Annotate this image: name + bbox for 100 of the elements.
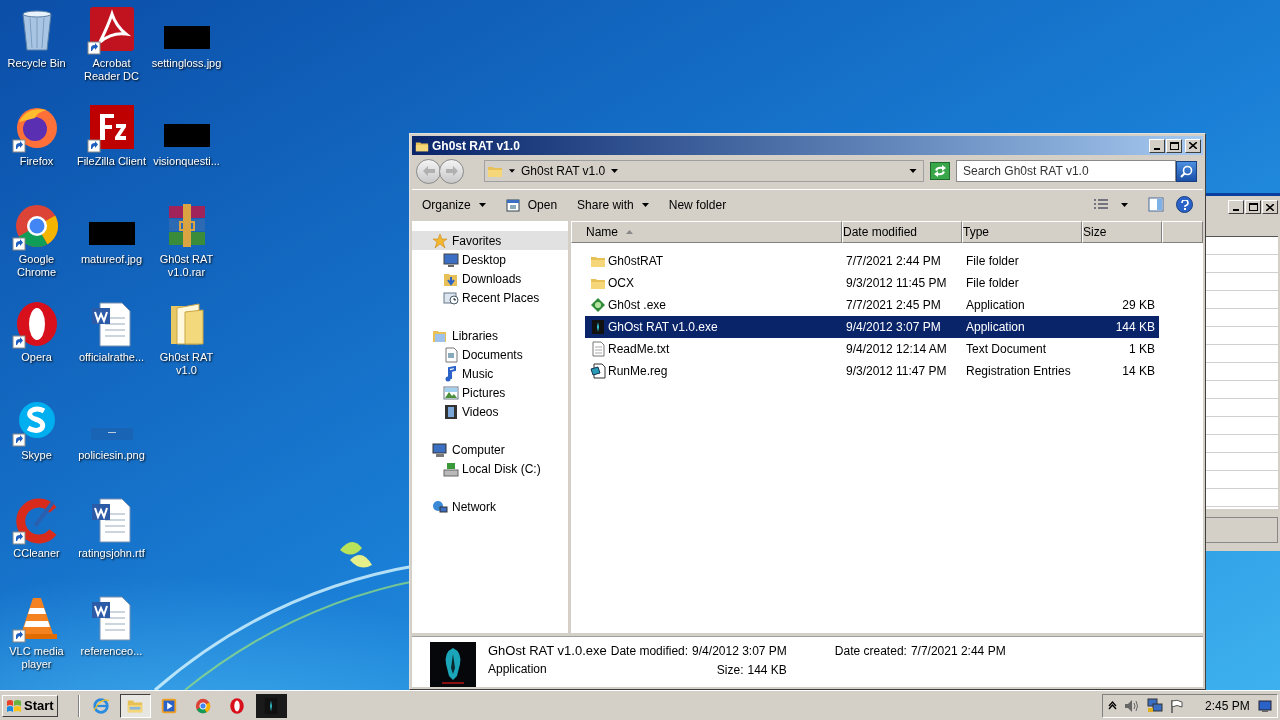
address-bar[interactable]: Gh0st RAT v1.0 (484, 160, 924, 182)
caret-icon (641, 202, 649, 207)
close-button[interactable] (1185, 138, 1201, 153)
details-file-type: Application (488, 662, 548, 677)
monitor-icon (443, 251, 459, 268)
toolbar-button[interactable]: New folder (668, 195, 727, 214)
monitor-icon (1258, 699, 1272, 712)
toolbar-button[interactable]: Organize (422, 195, 486, 214)
file-thumbnail-icon (430, 642, 476, 687)
file-name: ReadMe.txt (608, 341, 670, 358)
minimize-button[interactable] (1149, 138, 1165, 153)
nav-item[interactable]: Favorites (412, 231, 568, 250)
maximize-button[interactable] (1245, 200, 1261, 214)
windows-flag-icon (6, 698, 22, 713)
network-icon (432, 498, 448, 515)
redacted-thumbnail-icon (88, 222, 135, 245)
speaker-icon (1124, 698, 1140, 713)
column-header[interactable]: Name (571, 221, 842, 243)
caret-icon (611, 169, 619, 173)
date-cell-text: 9/3/2012 11:45 PM (846, 275, 947, 292)
play-icon (160, 696, 179, 715)
window-title: Gh0st RAT v1.0 (432, 137, 521, 155)
file-row[interactable]: ReadMe.txt 9/4/2012 12:14 AM Text Document 1 KB (585, 338, 1159, 360)
details-value: 144 KB (747, 663, 787, 678)
show-hidden-icons-button[interactable] (1108, 701, 1117, 710)
column-header[interactable]: Type (962, 221, 1082, 243)
nav-item[interactable]: Documents (412, 345, 568, 364)
toolbar-button[interactable]: Open (505, 195, 558, 214)
preview-pane-button[interactable] (1148, 197, 1164, 212)
redacted-thumbnail-icon (163, 26, 210, 49)
diamond-icon (590, 297, 606, 313)
browser-e-icon (92, 696, 111, 715)
details-label: Size: (716, 663, 744, 678)
date-cell-text: 9/4/2012 3:07 PM (846, 319, 941, 336)
file-name: OCX (608, 275, 634, 292)
network-button[interactable] (1147, 698, 1163, 713)
chrome-icon (194, 696, 213, 715)
app-icon (590, 319, 606, 335)
forward-button[interactable] (439, 158, 464, 184)
details-value: 9/4/2012 3:07 PM (692, 644, 787, 659)
caret-icon (1121, 202, 1128, 207)
filezilla-icon (87, 104, 136, 152)
close-icon (1266, 203, 1274, 211)
dropdown-arrow-icon (909, 169, 917, 173)
nav-item[interactable]: Videos (412, 402, 568, 421)
document-icon (443, 346, 459, 363)
music-note-icon (443, 365, 459, 382)
help-button[interactable] (1176, 196, 1193, 213)
nav-item[interactable]: Pictures (412, 383, 568, 402)
details-value: 7/7/2021 2:44 PM (910, 644, 1006, 659)
search-field[interactable]: Search Gh0st RAT v1.0 (956, 160, 1176, 182)
show-desktop-button[interactable] (1258, 699, 1272, 712)
nav-item[interactable]: Downloads (412, 269, 568, 288)
action-center-button[interactable] (1170, 698, 1184, 713)
nav-item[interactable]: Computer (412, 440, 568, 459)
file-row[interactable]: RunMe.reg 9/3/2012 11:47 PM Registration Entries 14 KB (585, 360, 1159, 382)
nav-item[interactable]: Recent Places (412, 288, 568, 307)
nav-item[interactable]: Local Disk (C:) (412, 459, 568, 478)
help-icon (1180, 199, 1189, 210)
column-header[interactable]: Date modified (842, 221, 962, 243)
network-icon (1147, 698, 1163, 713)
maximize-button[interactable] (1166, 138, 1182, 153)
minimize-button[interactable] (1228, 200, 1244, 214)
open-icon (505, 197, 520, 212)
file-name: Gh0stRAT (608, 253, 664, 270)
nav-item[interactable]: Libraries (412, 326, 568, 345)
back-arrow-icon (422, 166, 435, 176)
volume-button[interactable] (1124, 698, 1140, 713)
pdf-reader-icon (87, 6, 136, 54)
date-cell-text: 7/7/2021 2:44 PM (846, 253, 941, 270)
nav-item[interactable]: Network (412, 497, 568, 516)
chevron-up-icon (1108, 701, 1117, 710)
file-row[interactable]: Gh0st .exe 7/7/2021 2:45 PM Application 29 KB (585, 294, 1159, 316)
file-name: RunMe.reg (608, 363, 668, 380)
taskbar-button[interactable] (119, 693, 151, 718)
breadcrumb-button[interactable]: Gh0st RAT v1.0 (521, 162, 619, 180)
details-label: Date modified: (610, 644, 689, 659)
file-row[interactable]: OCX 9/3/2012 11:45 PM File folder (585, 272, 1159, 294)
forward-arrow-icon (445, 166, 458, 176)
start-button[interactable]: Start (2, 694, 58, 717)
search-button[interactable] (1176, 160, 1197, 182)
nav-item[interactable]: Desktop (412, 250, 568, 269)
file-row[interactable]: GhOst RAT v1.0.exe 9/4/2012 3:07 PM Application 144 KB (585, 316, 1159, 338)
caret-icon (478, 202, 486, 207)
nav-item[interactable]: Music (412, 364, 568, 383)
date-cell-text: 7/7/2021 2:45 PM (846, 297, 941, 314)
back-button[interactable] (416, 158, 441, 184)
taskbar-button[interactable] (255, 693, 287, 718)
close-icon (1189, 142, 1197, 149)
column-header[interactable]: Size (1082, 221, 1162, 243)
refresh-button[interactable] (930, 162, 950, 180)
size-cell-text: 29 KB (1122, 297, 1155, 314)
file-row[interactable]: Gh0stRAT 7/7/2021 2:44 PM File folder (585, 250, 1159, 272)
flag-icon (1170, 698, 1184, 713)
image-thumbnail-icon (90, 428, 133, 440)
view-options-button[interactable] (1093, 197, 1128, 212)
details-file-name: GhOst RAT v1.0.exe (488, 643, 607, 658)
list-view-icon (1093, 197, 1109, 212)
close-button[interactable] (1262, 200, 1278, 214)
toolbar-button[interactable]: Share with (577, 195, 649, 214)
